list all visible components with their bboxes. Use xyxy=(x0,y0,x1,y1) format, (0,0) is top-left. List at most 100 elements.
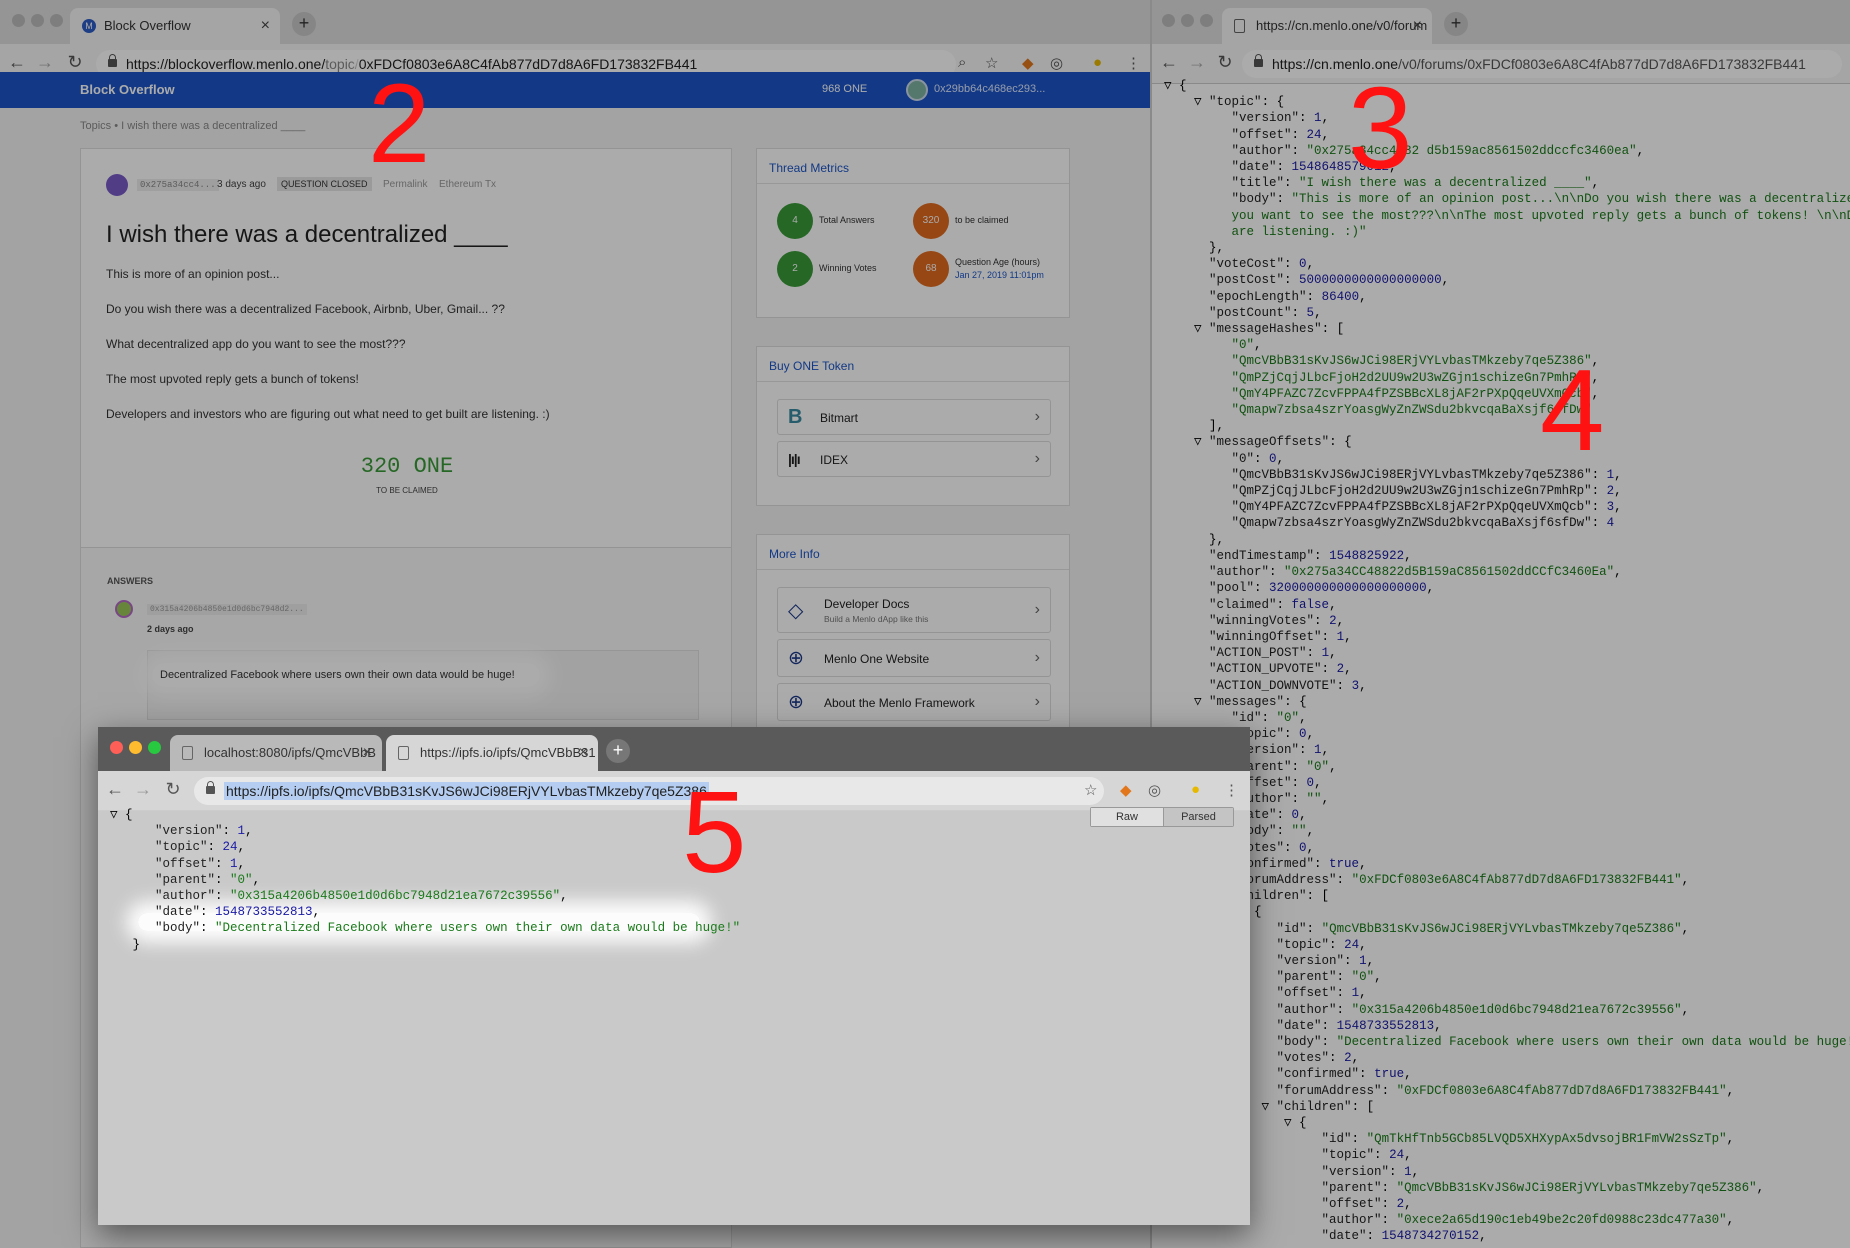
breadcrumb[interactable]: Topics • I wish there was a decentralize… xyxy=(80,120,305,132)
status-badge: QUESTION CLOSED xyxy=(277,177,372,191)
to-be-claimed-label: to be claimed xyxy=(955,215,1009,225)
zoom-window-button[interactable] xyxy=(148,741,161,754)
profile-icon[interactable]: ● xyxy=(1093,54,1102,71)
menu-icon[interactable]: ⋮ xyxy=(1126,54,1141,72)
answers-heading: ANSWERS xyxy=(107,576,154,586)
back-icon[interactable]: ← xyxy=(1158,52,1180,73)
menlo-favicon-icon: M xyxy=(82,19,96,33)
chevron-right-icon: › xyxy=(1034,450,1040,467)
tab-ipfs-io[interactable]: https://ipfs.io/ipfs/QmcVBbB31 × xyxy=(386,735,598,771)
new-tab-button[interactable]: + xyxy=(292,12,316,36)
back-icon[interactable]: ← xyxy=(104,779,126,800)
thread-metrics-title: Thread Metrics xyxy=(769,161,850,175)
forward-icon[interactable]: → xyxy=(132,779,154,800)
back-icon[interactable]: ← xyxy=(6,52,28,73)
chevron-right-icon: › xyxy=(1034,408,1040,425)
post-paragraph-4: The most upvoted reply gets a bunch of t… xyxy=(106,372,359,386)
developer-docs-button[interactable]: ◇ Developer Docs Build a Menlo dApp like… xyxy=(777,587,1051,633)
chevron-right-icon: › xyxy=(1034,693,1040,710)
extension-icon[interactable]: ◎ xyxy=(1148,781,1161,799)
address-bar[interactable]: https://ipfs.io/ipfs/QmcVBbB31sKvJS6wJCi… xyxy=(194,777,1104,805)
menlo-framework-button[interactable]: ⊕ About the Menlo Framework › xyxy=(777,683,1051,721)
balance: 968 ONE xyxy=(822,83,868,95)
post-paragraph-5: Developers and investors who are figurin… xyxy=(106,407,550,421)
buy-token-title: Buy ONE Token xyxy=(769,359,855,373)
close-tab-icon[interactable]: × xyxy=(261,8,270,44)
forward-icon[interactable]: → xyxy=(34,52,56,73)
post-paragraph-1: This is more of an opinion post... xyxy=(106,267,280,281)
browser-toolbar: ← → ↻ https://ipfs.io/ipfs/QmcVBbB31sKvJ… xyxy=(98,771,1250,811)
answer-body: Decentralized Facebook where users own t… xyxy=(160,669,515,681)
app-header: Block Overflow 968 ONE 0x29bb64c468ec293… xyxy=(0,72,1150,108)
annotation-2: 2 xyxy=(368,61,431,186)
account-avatar[interactable] xyxy=(906,79,928,101)
extension-icon[interactable]: ◎ xyxy=(1050,54,1063,72)
docs-icon: ◇ xyxy=(788,600,804,622)
menlo-website-label: Menlo One Website xyxy=(824,652,930,666)
bookmark-star-icon[interactable]: ☆ xyxy=(1084,781,1097,799)
bookmark-star-icon[interactable]: ☆ xyxy=(985,54,998,72)
minimize-window-button[interactable] xyxy=(129,741,142,754)
bitmart-button[interactable]: B Bitmart › xyxy=(777,399,1051,435)
tab-block-overflow[interactable]: M Block Overflow × xyxy=(70,8,280,44)
reload-icon[interactable]: ↻ xyxy=(162,779,184,800)
close-window-button[interactable] xyxy=(1162,14,1175,27)
zoom-window-button[interactable] xyxy=(50,14,63,27)
menu-icon[interactable]: ⋮ xyxy=(1224,781,1239,799)
thread-metrics-card: Thread Metrics 4 Total Answers 320 to be… xyxy=(756,148,1070,318)
metamask-icon[interactable]: ◆ xyxy=(1120,781,1132,799)
close-tab-icon[interactable]: × xyxy=(363,735,372,771)
menlo-website-button[interactable]: ⊕ Menlo One Website › xyxy=(777,639,1051,677)
document-icon xyxy=(398,746,409,760)
parsed-button[interactable]: Parsed xyxy=(1163,808,1233,826)
tab-bar: localhost:8080/ipfs/QmcVBbB × https://ip… xyxy=(98,727,1250,771)
close-tab-icon[interactable]: × xyxy=(579,735,588,771)
post-age: 3 days ago xyxy=(217,179,266,190)
zoom-icon[interactable]: ⌕ xyxy=(958,54,966,71)
close-window-button[interactable] xyxy=(12,14,25,27)
answer-body-box: Decentralized Facebook where users own t… xyxy=(147,650,699,720)
answer-author[interactable]: 0x315a4206b4850e1d0d6bc7948d2... xyxy=(147,604,307,615)
minimize-window-button[interactable] xyxy=(31,14,44,27)
developer-docs-label: Developer Docs xyxy=(824,597,910,611)
account-address[interactable]: 0x29bb64c468ec293... xyxy=(934,83,1045,95)
new-tab-button[interactable]: + xyxy=(606,739,630,763)
address-bar[interactable]: https://cn.menlo.one/v0/forums/0xFDCf080… xyxy=(1242,50,1842,78)
app-logo-text[interactable]: Block Overflow xyxy=(80,82,175,97)
tab-forum-json[interactable]: https://cn.menlo.one/v0/forum × xyxy=(1222,8,1432,44)
close-window-button[interactable] xyxy=(110,741,123,754)
globe-icon: ⊕ xyxy=(788,692,804,713)
total-answers-label: Total Answers xyxy=(819,215,875,225)
more-info-card: More Info ◇ Developer Docs Build a Menlo… xyxy=(756,534,1070,744)
to-be-claimed-badge: 320 xyxy=(913,203,949,239)
profile-icon[interactable]: ● xyxy=(1191,781,1200,798)
idex-icon: |ı|ı xyxy=(788,451,801,467)
post-author[interactable]: 0x275a34cc4... xyxy=(137,179,219,191)
ethereum-tx-link[interactable]: Ethereum Tx xyxy=(439,179,496,190)
tab-title: localhost:8080/ipfs/QmcVBbB xyxy=(204,745,376,760)
answer-avatar xyxy=(115,600,133,618)
tab-localhost-ipfs[interactable]: localhost:8080/ipfs/QmcVBbB × xyxy=(170,735,382,771)
lock-icon xyxy=(1254,54,1263,67)
reload-icon[interactable]: ↻ xyxy=(1214,52,1236,73)
annotation-3: 3 xyxy=(1348,63,1413,193)
zoom-window-button[interactable] xyxy=(1200,14,1213,27)
close-tab-icon[interactable]: × xyxy=(1413,8,1422,44)
metamask-icon[interactable]: ◆ xyxy=(1022,54,1034,72)
divider xyxy=(757,569,1069,570)
url-text: https://ipfs.io/ipfs/QmcVBbB31sKvJS6wJCi… xyxy=(224,782,709,800)
forward-icon[interactable]: → xyxy=(1186,52,1208,73)
reload-icon[interactable]: ↻ xyxy=(64,52,86,73)
buy-token-card: Buy ONE Token B Bitmart › |ı|ı IDEX › xyxy=(756,346,1070,506)
url-path: topic/ xyxy=(325,56,359,72)
idex-button[interactable]: |ı|ı IDEX › xyxy=(777,441,1051,477)
question-age-date: Jan 27, 2019 11:01pm xyxy=(955,270,1044,280)
tab-title: Block Overflow xyxy=(104,18,191,33)
raw-button[interactable]: Raw xyxy=(1091,808,1163,826)
new-tab-button[interactable]: + xyxy=(1444,12,1468,36)
annotation-5: 5 xyxy=(682,767,747,897)
minimize-window-button[interactable] xyxy=(1181,14,1194,27)
total-answers-badge: 4 xyxy=(777,203,813,239)
annotation-4: 4 xyxy=(1540,345,1605,475)
idex-label: IDEX xyxy=(820,453,849,467)
